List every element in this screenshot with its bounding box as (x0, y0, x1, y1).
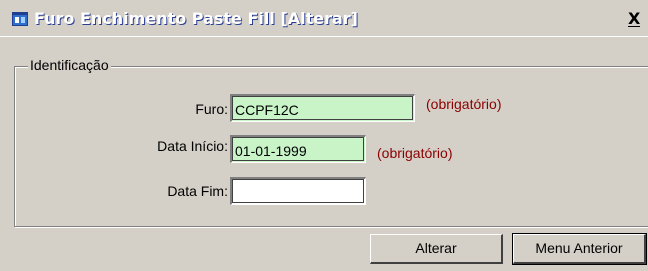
furo-input[interactable] (230, 94, 415, 122)
close-icon: X (628, 9, 641, 28)
window-title-overlay: Furo Enchimento Paste Fill [Alterar] (34, 9, 358, 28)
furo-label: Furo: (195, 101, 228, 117)
data-inicio-input[interactable] (230, 135, 366, 163)
group-legend: Identificação (28, 57, 111, 73)
data-inicio-required-note: (obrigatório) (377, 145, 453, 161)
furo-required-note: (obrigatório) (426, 96, 502, 112)
app-window-icon (12, 12, 28, 26)
data-inicio-label: Data Início: (157, 138, 228, 154)
data-fim-label: Data Fim: (167, 183, 228, 199)
alterar-button[interactable]: Alterar (370, 234, 503, 264)
menu-anterior-button[interactable]: Menu Anterior (512, 233, 647, 265)
title-bar[interactable]: Furo Enchimento Paste Fill [Alterar] Fur… (0, 0, 648, 37)
data-fim-input[interactable] (230, 177, 366, 205)
dialog-window: Furo Enchimento Paste Fill [Alterar] Fur… (0, 0, 648, 271)
close-button[interactable]: X (628, 10, 648, 28)
